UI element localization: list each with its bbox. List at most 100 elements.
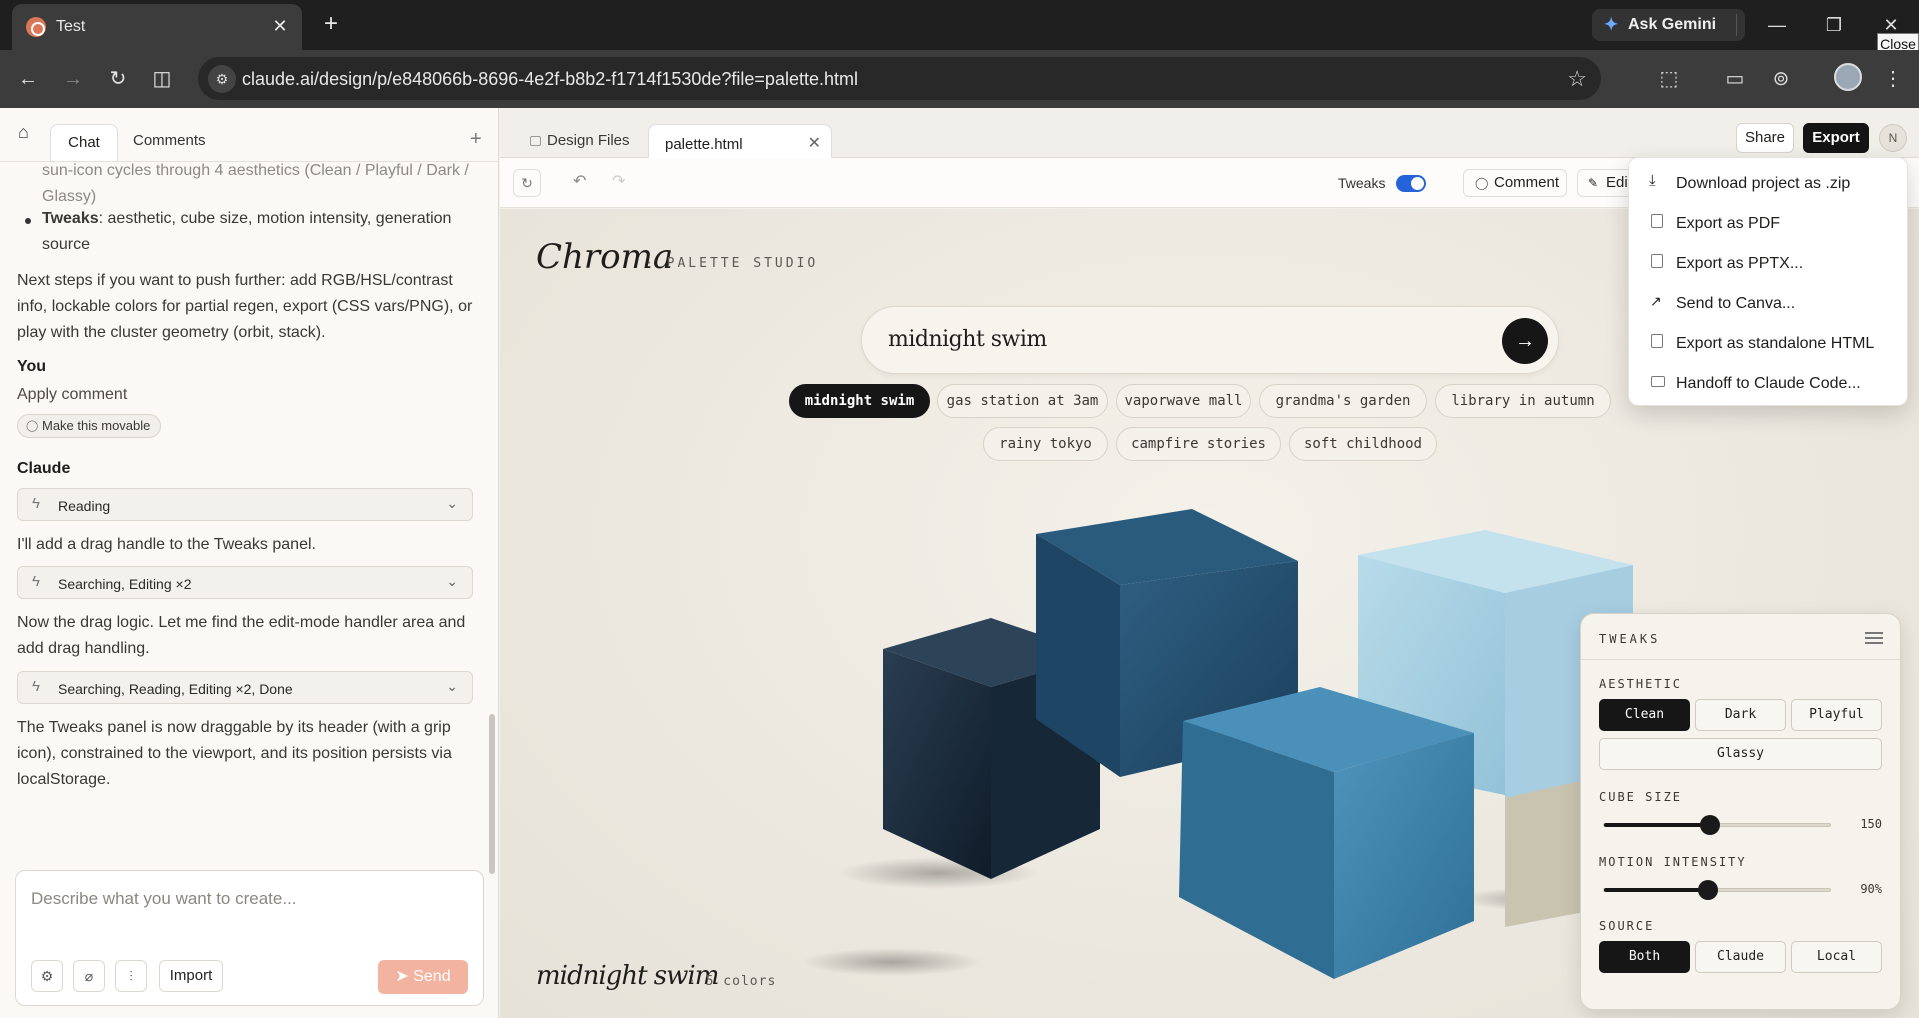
back-icon[interactable]: ←	[14, 65, 42, 93]
chip-rainy-tokyo[interactable]: rainy tokyo	[983, 427, 1108, 461]
motion-intensity-slider[interactable]	[1603, 880, 1831, 900]
comment-pill[interactable]: ◯ Make this movable	[17, 414, 162, 438]
export-button[interactable]: Export	[1803, 123, 1869, 153]
comment-button[interactable]: ◯ Comment	[1463, 169, 1567, 197]
tab-chat[interactable]: Chat	[50, 124, 118, 162]
home-icon[interactable]: ⌂	[18, 122, 42, 146]
bolt-icon: ϟ	[32, 495, 40, 512]
composer-input[interactable]	[31, 889, 461, 909]
tool-call-label: Reading	[58, 498, 111, 514]
menu-item-export-pdf[interactable]: Export as PDF	[1629, 204, 1909, 244]
chevron-down-icon: ⌄	[446, 678, 458, 694]
tab-close-icon[interactable]: ✕	[268, 14, 292, 38]
tool-call-searching[interactable]: ϟ Searching, Editing ×2 ⌄	[17, 566, 473, 599]
chip-library-autumn[interactable]: library in autumn	[1435, 384, 1611, 418]
import-button[interactable]: Import	[159, 960, 223, 992]
aesthetic-playful-button[interactable]: Playful	[1791, 699, 1882, 731]
close-icon[interactable]: ✕	[808, 133, 821, 153]
motion-slider-fill	[1604, 888, 1708, 892]
aesthetic-clean-button[interactable]: Clean	[1599, 699, 1690, 731]
reload-icon[interactable]: ↻	[104, 65, 132, 93]
aesthetic-dark-button[interactable]: Dark	[1695, 699, 1786, 731]
bolt-icon: ϟ	[32, 678, 40, 695]
minimize-icon[interactable]: —	[1763, 12, 1791, 38]
extensions-icon[interactable]: ⬚	[1654, 64, 1684, 94]
refresh-icon[interactable]: ↻	[513, 169, 541, 197]
chat-messages[interactable]: sun-icon cycles through 4 aesthetics (Cl…	[0, 162, 498, 970]
aesthetic-glassy-button[interactable]: Glassy	[1599, 738, 1882, 770]
cube-ocean-blue[interactable]	[1179, 687, 1474, 979]
assistant-message-text: I'll add a drag handle to the Tweaks pan…	[17, 536, 316, 553]
cube-shadow	[802, 948, 982, 976]
cast-icon[interactable]: ▭	[1720, 64, 1750, 94]
comment-pill-label: Make this movable	[42, 418, 151, 433]
ask-gemini-button[interactable]: ✦ Ask Gemini	[1592, 9, 1745, 41]
cube-size-slider-fill	[1604, 823, 1711, 827]
menu-item-download-zip[interactable]: ⤓ Download project as .zip	[1629, 164, 1909, 204]
new-chat-button[interactable]: +	[470, 128, 482, 151]
chip-gas-station[interactable]: gas station at 3am	[937, 384, 1108, 418]
cube-size-label: CUBE SIZE	[1599, 790, 1683, 804]
tool-call-done[interactable]: ϟ Searching, Reading, Editing ×2, Done ⌄	[17, 671, 473, 704]
source-claude-button[interactable]: Claude	[1695, 941, 1786, 973]
tab-design-files[interactable]: Design Files	[530, 132, 630, 149]
comment-icon: ◯	[26, 420, 39, 432]
browser-tab[interactable]: Test ✕	[12, 4, 302, 50]
bookmark-star-icon[interactable]: ☆	[1567, 66, 1587, 92]
grip-icon[interactable]	[1865, 632, 1883, 644]
chip-campfire-stories[interactable]: campfire stories	[1116, 427, 1281, 461]
menu-item-handoff-claude-code[interactable]: Handoff to Claude Code...	[1629, 364, 1909, 404]
comment-label: Comment	[1494, 174, 1560, 191]
chip-midnight-swim[interactable]: midnight swim	[789, 384, 930, 418]
share-button[interactable]: Share	[1736, 123, 1794, 153]
site-info-icon[interactable]: ⚙	[208, 65, 236, 93]
design-files-label: Design Files	[547, 132, 630, 149]
tweaks-header[interactable]: TWEAKS	[1599, 632, 1660, 646]
incognito-icon[interactable]: ⊚	[1766, 64, 1796, 94]
cube-size-slider-handle[interactable]	[1700, 815, 1721, 835]
tab-comments[interactable]: Comments	[133, 132, 206, 149]
menu-item-label: Export as PPTX...	[1676, 255, 1804, 272]
source-both-button[interactable]: Both	[1599, 941, 1690, 973]
tool-call-label: Searching, Editing ×2	[58, 576, 192, 592]
palette-color-count: · 5 colors	[688, 974, 777, 989]
forward-icon[interactable]: →	[59, 65, 87, 93]
audio-icon[interactable]: ⫶	[115, 960, 147, 992]
motion-slider-handle[interactable]	[1697, 880, 1718, 900]
menu-item-export-pptx[interactable]: Export as PPTX...	[1629, 244, 1909, 284]
address-bar[interactable]: ⚙ claude.ai/design/p/e848066b-8696-4e2f-…	[198, 57, 1601, 100]
split-view-icon[interactable]: ◫	[148, 65, 176, 93]
redo-icon[interactable]: ↷	[612, 171, 625, 191]
menu-dots-icon[interactable]: ⋮	[1878, 64, 1908, 94]
undo-icon[interactable]: ↶	[573, 171, 586, 191]
chip-grandmas-garden[interactable]: grandma's garden	[1259, 384, 1427, 418]
menu-item-send-canva[interactable]: ↗ Send to Canva...	[1629, 284, 1909, 324]
send-button[interactable]: ➤ Send	[378, 960, 468, 994]
tab-title: Test	[56, 18, 86, 35]
tab-palette-html[interactable]: palette.html ✕	[648, 124, 832, 160]
external-link-icon: ↗	[1650, 293, 1662, 309]
tool-call-label: Searching, Reading, Editing ×2, Done	[58, 681, 293, 697]
source-local-button[interactable]: Local	[1791, 941, 1882, 973]
cube-size-slider[interactable]	[1603, 815, 1831, 835]
new-tab-button[interactable]: +	[318, 12, 344, 38]
profile-avatar[interactable]	[1834, 63, 1862, 91]
prompt-input[interactable]: midnight swim	[888, 327, 1047, 352]
motion-intensity-value: 90%	[1860, 882, 1882, 896]
avatar[interactable]: N	[1879, 124, 1907, 152]
settings-icon[interactable]: ⚙	[31, 960, 63, 992]
tweaks-toggle[interactable]	[1396, 175, 1426, 192]
document-icon	[1651, 334, 1663, 348]
url-text[interactable]: claude.ai/design/p/e848066b-8696-4e2f-b8…	[242, 69, 858, 90]
attach-icon[interactable]: ⌀	[73, 960, 105, 992]
tool-call-reading[interactable]: ϟ Reading ⌄	[17, 488, 473, 521]
chip-vaporwave-mall[interactable]: vaporwave mall	[1116, 384, 1251, 418]
chip-soft-childhood[interactable]: soft childhood	[1289, 427, 1437, 461]
tweaks-panel[interactable]: TWEAKS AESTHETIC Clean Dark Playful Glas…	[1580, 613, 1901, 1010]
prompt-bar[interactable]: midnight swim →	[861, 306, 1559, 374]
speaker-you: You	[17, 358, 47, 375]
arrow-right-icon[interactable]: →	[1502, 318, 1548, 364]
restore-icon[interactable]: ❐	[1820, 12, 1848, 38]
menu-item-standalone-html[interactable]: Export as standalone HTML	[1629, 324, 1909, 364]
chat-scrollbar[interactable]	[489, 714, 495, 874]
